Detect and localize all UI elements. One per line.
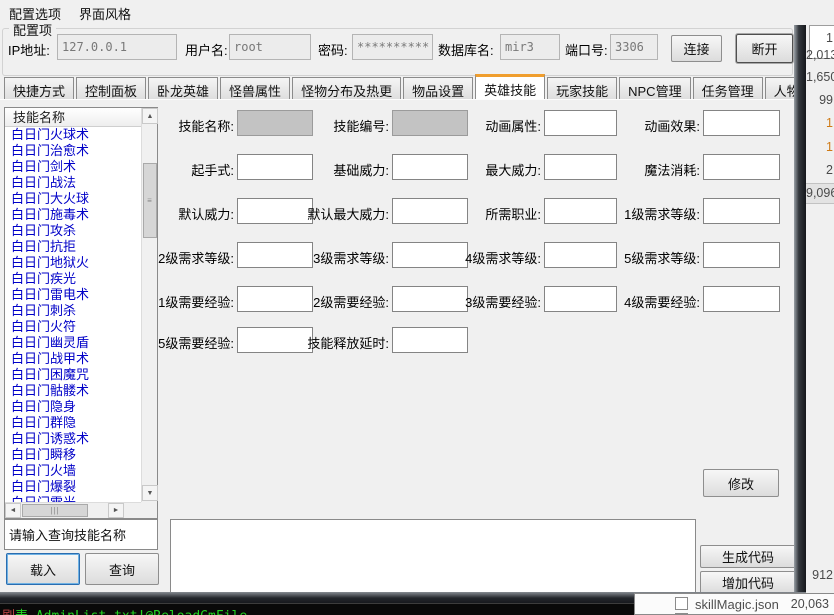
background-number: 1	[806, 31, 833, 45]
skill-list-item[interactable]: 白日门瞬移	[5, 447, 141, 463]
background-number: 2,013	[806, 48, 833, 62]
skill-list-item[interactable]: 白日门群隐	[5, 415, 141, 431]
port-label: 端口号:	[565, 40, 608, 59]
skill-list-item[interactable]: 白日门战甲术	[5, 351, 141, 367]
form-field-input[interactable]	[703, 286, 780, 312]
query-button-label: 查询	[109, 560, 135, 579]
form-field-label: 动画效果:	[510, 116, 700, 135]
horizontal-scrollbar[interactable]: ◄ ||| ►	[5, 502, 141, 518]
username-field: root	[229, 34, 311, 60]
menu-bar: 配置选项界面风格	[0, 0, 795, 24]
search-input[interactable]	[4, 519, 158, 550]
skill-list-item[interactable]: 白日门疾光	[5, 271, 141, 287]
background-checkbox-panel: skillMagic.json 20,063	[634, 593, 834, 615]
tab-panel-edge	[0, 99, 795, 100]
skill-list-item[interactable]: 白日门困魔咒	[5, 367, 141, 383]
form-field-label: 5级需求等级:	[510, 248, 700, 267]
tab-hero-skills[interactable]: 英雄技能	[475, 74, 545, 99]
password-field: **********	[352, 34, 433, 60]
skill-list-item[interactable]: 白日门治愈术	[5, 143, 141, 159]
form-field-input[interactable]	[703, 154, 780, 180]
append-code-label: 增加代码	[722, 573, 774, 592]
skill-list: 白日门火球术白日门治愈术白日门剑术白日门战法白日门大火球白日门施毒术白日门攻杀白…	[5, 127, 141, 504]
database-name-field: mir3	[500, 34, 560, 60]
tab-quest-manage[interactable]: 任务管理	[693, 77, 763, 99]
password-label: 密码:	[318, 40, 348, 59]
port-field: 3306	[610, 34, 658, 60]
skill-list-item[interactable]: 白日门爆裂	[5, 479, 141, 495]
load-button-label: 载入	[30, 560, 56, 579]
background-number: 9,096	[806, 186, 833, 200]
console-text: 刷表 AdminList.txt!@ReloadGmFile	[2, 605, 247, 615]
generate-code-button[interactable]: 生成代码	[700, 545, 796, 568]
tab-item-settings[interactable]: 物品设置	[403, 77, 473, 99]
form-field-label: 魔法消耗:	[510, 160, 700, 179]
tab-bar: 快捷方式控制面板卧龙英雄怪兽属性怪物分布及热更物品设置英雄技能玩家技能NPC管理…	[4, 74, 834, 99]
app-window: 配置选项界面风格 配置项 IP地址: 127.0.0.1 用户名:root 密码:**…	[0, 0, 834, 615]
ip-address-label: IP地址:	[8, 40, 50, 59]
connect-button-label: 连接	[683, 39, 709, 58]
append-code-button[interactable]: 增加代码	[700, 571, 796, 594]
form-field-label: 1级需求等级:	[510, 204, 700, 223]
database-name-label: 数据库名:	[438, 40, 494, 59]
connect-button[interactable]: 连接	[671, 35, 722, 62]
tab-control-panel[interactable]: 控制面板	[76, 77, 146, 99]
skill-list-item[interactable]: 白日门火墙	[5, 463, 141, 479]
config-group-title: 配置项	[9, 20, 56, 39]
tab-shortcuts[interactable]: 快捷方式	[4, 77, 74, 99]
background-number: 1,650	[806, 70, 833, 84]
background-number: 2	[806, 163, 833, 177]
horizontal-scroll-thumb[interactable]: |||	[22, 504, 88, 517]
query-button[interactable]: 查询	[85, 553, 159, 585]
skill-list-item[interactable]: 白日门骷髅术	[5, 383, 141, 399]
form-field-input[interactable]	[703, 198, 780, 224]
menu-item-ui-style[interactable]: 界面风格	[70, 0, 140, 26]
file-checkbox-label: skillMagic.json	[695, 597, 779, 612]
scroll-left-icon[interactable]: ◄	[5, 503, 21, 518]
form-field-label: 技能释放延时:	[199, 333, 389, 352]
generate-code-label: 生成代码	[722, 547, 774, 566]
code-output-area[interactable]	[170, 519, 696, 593]
background-number: 912	[806, 568, 833, 582]
left-arrow-glyph: ◄	[10, 507, 17, 514]
file-checkbox[interactable]	[675, 597, 688, 610]
tab-monster-attrs[interactable]: 怪兽属性	[220, 77, 290, 99]
background-number: 99	[806, 93, 833, 107]
window-frame-right	[794, 25, 806, 592]
tab-monster-distribution[interactable]: 怪物分布及热更	[292, 77, 401, 99]
username-label: 用户名:	[185, 40, 228, 59]
skill-list-item[interactable]: 白日门诱惑术	[5, 431, 141, 447]
background-window-strip: 1 2,013 1,650 99 1 1 2 9,096 912	[806, 0, 834, 615]
console-text-body: 表 AdminList.txt!@ReloadGmFile	[15, 609, 247, 615]
right-arrow-glyph: ►	[113, 507, 120, 514]
thumb-grip: |||	[50, 506, 59, 515]
disconnect-button[interactable]: 断开	[736, 34, 793, 63]
disconnect-button-label: 断开	[751, 39, 777, 58]
console-text-highlight: 刷	[2, 609, 15, 615]
tab-player-skills[interactable]: 玩家技能	[547, 77, 617, 99]
tab-npc-manage[interactable]: NPC管理	[619, 77, 690, 99]
skill-list-item[interactable]: 白日门攻杀	[5, 223, 141, 239]
modify-button[interactable]: 修改	[703, 469, 779, 497]
file-row-count: 20,063	[791, 597, 829, 611]
scrollbar-corner	[141, 502, 157, 518]
form-field-input[interactable]	[703, 242, 780, 268]
down-arrow-glyph: ▼	[147, 490, 154, 497]
form-field-input[interactable]	[703, 110, 780, 136]
scroll-down-icon[interactable]: ▼	[142, 485, 158, 501]
skill-list-item[interactable]: 白日门隐身	[5, 399, 141, 415]
ip-address-field: 127.0.0.1	[57, 34, 177, 60]
background-number: 1	[806, 140, 833, 154]
load-button[interactable]: 载入	[6, 553, 80, 585]
form-field-label: 4级需要经验:	[510, 292, 700, 311]
console-bar: 刷表 AdminList.txt!@ReloadGmFile	[0, 603, 640, 615]
scroll-right-icon[interactable]: ►	[108, 503, 124, 518]
tab-wolong-hero[interactable]: 卧龙英雄	[148, 77, 218, 99]
modify-button-label: 修改	[728, 474, 754, 493]
form-field-input[interactable]	[392, 327, 468, 353]
background-number: 1	[806, 116, 833, 130]
